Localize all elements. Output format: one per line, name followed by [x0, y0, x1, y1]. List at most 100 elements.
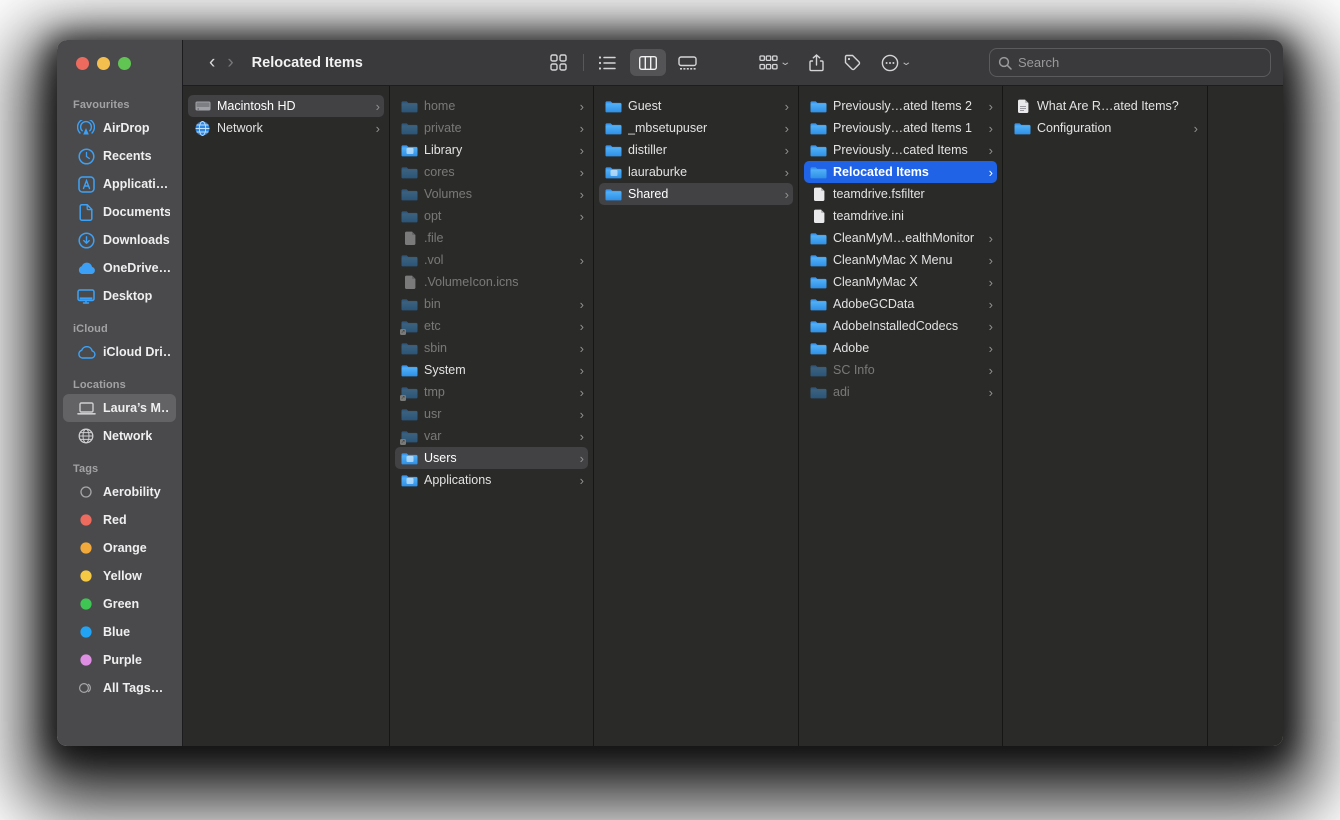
file-row-teamdrive-ini[interactable]: teamdrive.ini [804, 205, 997, 227]
folder-icon: ↗ [401, 385, 418, 400]
file-row-private[interactable]: private › [395, 117, 588, 139]
file-row-network[interactable]: Network› [188, 117, 384, 139]
folder-icon [401, 341, 418, 356]
file-label: private [424, 121, 574, 135]
folder-icon [401, 165, 418, 180]
file-icon [401, 231, 418, 246]
file-row-volumeicon-icns[interactable]: .VolumeIcon.icns [395, 271, 588, 293]
sidebar-item-onedrive[interactable]: OneDrive… [63, 254, 176, 282]
sidebar-item-desktop[interactable]: Desktop [63, 282, 176, 310]
sidebar-item-purple[interactable]: Purple [63, 646, 176, 674]
sidebar-item-documents[interactable]: Documents [63, 198, 176, 226]
chevron-right-icon: › [580, 122, 584, 135]
file-icon [401, 275, 418, 290]
file-row-system[interactable]: System› [395, 359, 588, 381]
file-label: Users [424, 451, 574, 465]
chevron-down-icon: ⌄ [901, 57, 913, 68]
file-row-adobe[interactable]: Adobe› [804, 337, 997, 359]
file-row-usr[interactable]: usr› [395, 403, 588, 425]
file-row-mbsetupuser[interactable]: _mbsetupuser› [599, 117, 793, 139]
sidebar-item-downloads[interactable]: Downloads [63, 226, 176, 254]
sidebar-item-yellow[interactable]: Yellow [63, 562, 176, 590]
sidebar-item-orange[interactable]: Orange [63, 534, 176, 562]
sidebar-item-label: Laura’s M… [103, 401, 170, 415]
folder-icon [810, 99, 827, 114]
sidebar-item-airdrop[interactable]: AirDrop [63, 114, 176, 142]
file-row-users[interactable]: Users› [395, 447, 588, 469]
back-button[interactable]: ‹ [203, 51, 221, 74]
file-label: Shared [628, 187, 779, 201]
zoom-button[interactable] [118, 57, 131, 70]
chevron-right-icon: › [989, 298, 993, 311]
chevron-right-icon: › [785, 144, 789, 157]
file-row-opt[interactable]: opt› [395, 205, 588, 227]
file-row-lauraburke[interactable]: lauraburke› [599, 161, 793, 183]
sidebar-section-title-icloud: iCloud [57, 323, 182, 338]
file-row-what-are-r-ated-items[interactable]: What Are R…ated Items? [1008, 95, 1202, 117]
file-row-cores[interactable]: cores› [395, 161, 588, 183]
gallery-view-button[interactable] [670, 49, 706, 76]
icon-view-button[interactable] [541, 49, 577, 76]
library-emblem [406, 148, 413, 154]
file-row-sc-info[interactable]: SC Info› [804, 359, 997, 381]
file-row-tmp[interactable]: ↗tmp› [395, 381, 588, 403]
list-view-button[interactable] [590, 49, 626, 76]
file-row-previously-ated-items-1[interactable]: Previously…ated Items 1› [804, 117, 997, 139]
folder-icon [401, 209, 418, 224]
sidebar-item-applicati[interactable]: Applicati… [63, 170, 176, 198]
file-row-cleanmymac-x-menu[interactable]: CleanMyMac X Menu› [804, 249, 997, 271]
sidebar-item-all-tags[interactable]: All Tags… [63, 674, 176, 702]
file-row-vol[interactable]: .vol› [395, 249, 588, 271]
file-row-macintosh-hd[interactable]: Macintosh HD› [188, 95, 384, 117]
tag-circle-outline [76, 483, 96, 501]
file-row-teamdrive-fsfilter[interactable]: teamdrive.fsfilter [804, 183, 997, 205]
sidebar-item-laura-s-m[interactable]: Laura’s M… [63, 394, 176, 422]
file-label: sbin [424, 341, 574, 355]
file-row-previously-ated-items-2[interactable]: Previously…ated Items 2› [804, 95, 997, 117]
file-row-distiller[interactable]: distiller› [599, 139, 793, 161]
sidebar-item-green[interactable]: Green [63, 590, 176, 618]
file-row-file[interactable]: .file [395, 227, 588, 249]
file-row-library[interactable]: Library› [395, 139, 588, 161]
file-row-cleanmym-ealthmonitor[interactable]: CleanMyM…ealthMonitor› [804, 227, 997, 249]
file-row-configuration[interactable]: Configuration› [1008, 117, 1202, 139]
sidebar-item-icloud-dri[interactable]: iCloud Dri… [63, 338, 176, 366]
file-label: SC Info [833, 363, 983, 377]
sidebar-item-blue[interactable]: Blue [63, 618, 176, 646]
forward-button[interactable]: › [221, 51, 239, 74]
file-row-adi[interactable]: adi› [804, 381, 997, 403]
close-button[interactable] [76, 57, 89, 70]
file-row-bin[interactable]: bin› [395, 293, 588, 315]
file-label: Guest [628, 99, 779, 113]
file-row-etc[interactable]: ↗etc› [395, 315, 588, 337]
sidebar-item-red[interactable]: Red [63, 506, 176, 534]
search-field[interactable] [989, 48, 1271, 77]
sidebar: Favourites AirDrop Recents Applicati… Do… [57, 40, 183, 746]
minimize-button[interactable] [97, 57, 110, 70]
file-row-var[interactable]: ↗var› [395, 425, 588, 447]
file-row-shared[interactable]: Shared› [599, 183, 793, 205]
file-row-adobeinstalledcodecs[interactable]: AdobeInstalledCodecs› [804, 315, 997, 337]
file-row-cleanmymac-x[interactable]: CleanMyMac X› [804, 271, 997, 293]
file-row-sbin[interactable]: sbin› [395, 337, 588, 359]
folder-icon [401, 363, 418, 378]
more-actions-button[interactable]: ⌄ [874, 49, 917, 76]
file-row-previously-cated-items[interactable]: Previously…cated Items› [804, 139, 997, 161]
search-input[interactable] [1018, 55, 1262, 70]
file-icon [810, 187, 827, 202]
column-view-button[interactable] [630, 49, 666, 76]
sidebar-item-recents[interactable]: Recents [63, 142, 176, 170]
file-row-applications[interactable]: Applications› [395, 469, 588, 491]
sidebar-item-network[interactable]: Network [63, 422, 176, 450]
file-row-guest[interactable]: Guest› [599, 95, 793, 117]
file-row-home[interactable]: home› [395, 95, 588, 117]
share-button[interactable] [802, 49, 831, 76]
file-row-relocated-items[interactable]: Relocated Items› [804, 161, 997, 183]
file-row-adobegcdata[interactable]: AdobeGCData› [804, 293, 997, 315]
file-row-volumes[interactable]: Volumes› [395, 183, 588, 205]
sidebar-item-aerobility[interactable]: Aerobility [63, 478, 176, 506]
file-label: Previously…ated Items 2 [833, 99, 983, 113]
grouping-button[interactable]: ⌄ [752, 49, 796, 76]
chevron-right-icon: › [580, 386, 584, 399]
tags-button[interactable] [837, 49, 868, 76]
